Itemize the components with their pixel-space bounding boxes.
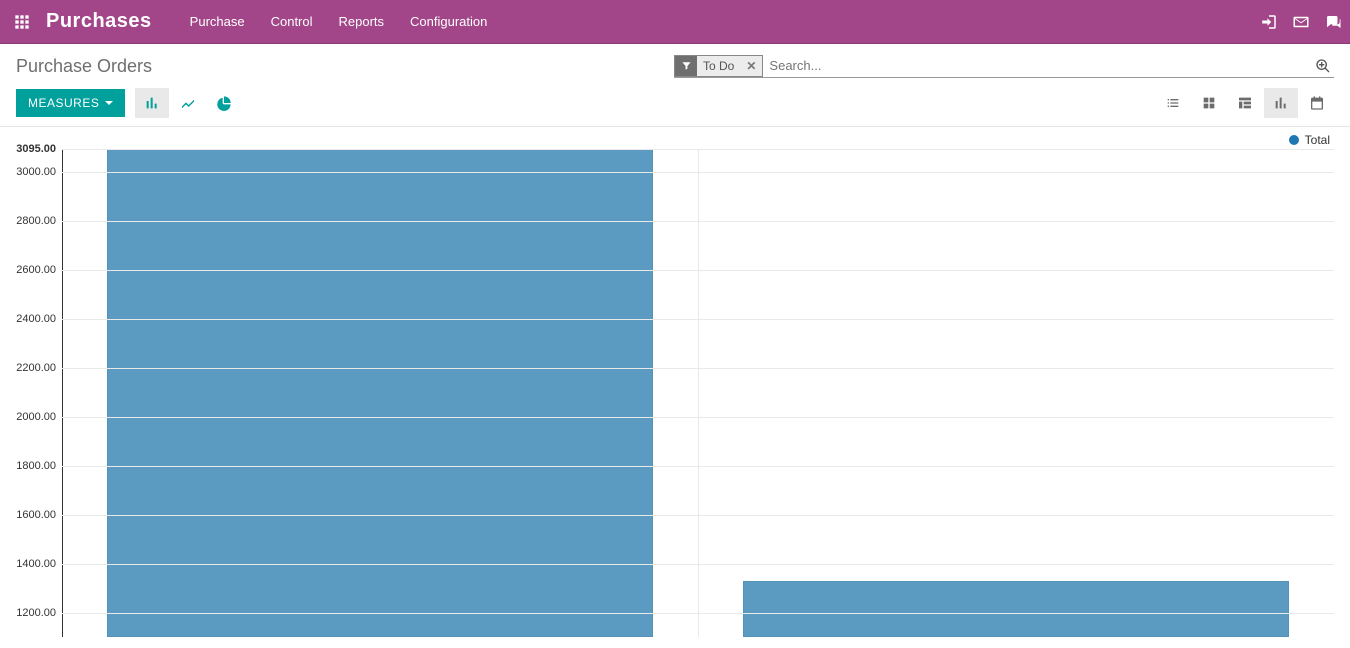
filter-chip-label: To Do xyxy=(697,59,740,73)
pivot-view-button[interactable] xyxy=(1228,88,1262,118)
top-navbar: Purchases Purchase Control Reports Confi… xyxy=(0,0,1350,44)
legend-dot-icon xyxy=(1289,135,1299,145)
filter-chip-todo[interactable]: To Do ✕ xyxy=(674,55,763,77)
line-chart-button[interactable] xyxy=(171,88,205,118)
graph-view-button[interactable] xyxy=(1264,88,1298,118)
y-tick-label: 1200.00 xyxy=(16,607,56,619)
y-tick-label: 2400.00 xyxy=(16,313,56,325)
grid-line xyxy=(62,515,1334,516)
y-tick-label: 2000.00 xyxy=(16,411,56,423)
y-tick-label: 2200.00 xyxy=(16,362,56,374)
y-tick-label: 1800.00 xyxy=(16,460,56,472)
search-bar: To Do ✕ xyxy=(674,54,1334,78)
y-tick-label: 2800.00 xyxy=(16,215,56,227)
legend-label: Total xyxy=(1305,133,1330,147)
apps-icon[interactable] xyxy=(8,8,36,36)
search-input[interactable] xyxy=(763,54,1312,77)
measures-button[interactable]: MEASURES xyxy=(16,89,125,117)
bar-chart-button[interactable] xyxy=(135,88,169,118)
kanban-view-button[interactable] xyxy=(1192,88,1226,118)
grid-line xyxy=(62,319,1334,320)
subheader: Purchase Orders To Do ✕ xyxy=(0,44,1350,78)
grid-line xyxy=(62,613,1334,614)
grid-line xyxy=(62,149,1334,150)
menu-control[interactable]: Control xyxy=(261,8,323,35)
y-tick-label: 1400.00 xyxy=(16,558,56,570)
grid-line xyxy=(62,270,1334,271)
filter-icon xyxy=(675,56,697,76)
toolbar: MEASURES xyxy=(0,78,1350,127)
chevron-down-icon xyxy=(105,101,113,105)
mail-icon[interactable] xyxy=(1292,13,1310,31)
grid-line xyxy=(62,221,1334,222)
list-view-button[interactable] xyxy=(1156,88,1190,118)
login-icon[interactable] xyxy=(1260,13,1278,31)
grid-line xyxy=(62,172,1334,173)
menu-reports[interactable]: Reports xyxy=(329,8,395,35)
menu-purchase[interactable]: Purchase xyxy=(180,8,255,35)
chart-type-group xyxy=(135,88,241,118)
chart-legend[interactable]: Total xyxy=(1289,133,1330,147)
chart-area: Total 3095.003000.002800.002600.002400.0… xyxy=(0,127,1350,637)
calendar-view-button[interactable] xyxy=(1300,88,1334,118)
menu-configuration[interactable]: Configuration xyxy=(400,8,497,35)
y-tick-label: 3000.00 xyxy=(16,166,56,178)
topbar-right xyxy=(1260,13,1342,31)
y-tick-label: 2600.00 xyxy=(16,264,56,276)
remove-filter-icon[interactable]: ✕ xyxy=(740,59,762,73)
pie-chart-button[interactable] xyxy=(207,88,241,118)
chat-icon[interactable] xyxy=(1324,13,1342,31)
y-tick-label: 3095.00 xyxy=(16,143,56,155)
advanced-search-icon[interactable] xyxy=(1312,58,1334,74)
brand-title[interactable]: Purchases xyxy=(46,10,152,33)
grid-line xyxy=(62,564,1334,565)
bar[interactable] xyxy=(743,581,1290,637)
view-switcher xyxy=(1156,88,1334,118)
grid-line xyxy=(62,417,1334,418)
y-tick-label: 1600.00 xyxy=(16,509,56,521)
measures-label: MEASURES xyxy=(28,96,99,110)
chart-plot: 3095.003000.002800.002600.002400.002200.… xyxy=(62,149,1334,637)
grid-line xyxy=(62,368,1334,369)
grid-line xyxy=(62,466,1334,467)
main-menu: Purchase Control Reports Configuration xyxy=(180,8,498,35)
page-title: Purchase Orders xyxy=(16,56,152,77)
